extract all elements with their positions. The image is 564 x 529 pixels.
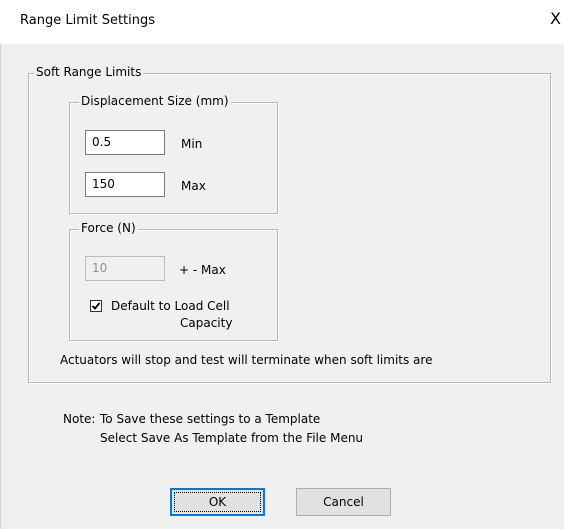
note-line1: To Save these settings to a Template bbox=[100, 412, 321, 426]
force-max-input[interactable]: 10 bbox=[85, 256, 165, 281]
close-icon[interactable]: X bbox=[550, 10, 564, 28]
soft-limits-info-text: Actuators will stop and test will termin… bbox=[60, 353, 433, 367]
displacement-legend: Displacement Size (mm) bbox=[79, 94, 231, 108]
note-line2: Select Save As Template from the File Me… bbox=[100, 431, 364, 445]
min-label: Min bbox=[181, 137, 203, 151]
default-load-cell-label-line1: Default to Load Cell bbox=[111, 299, 230, 313]
default-load-cell-checkbox[interactable] bbox=[90, 300, 102, 312]
dialog-title: Range Limit Settings bbox=[20, 13, 156, 28]
range-limit-settings-dialog: Range Limit Settings X Soft Range Limits… bbox=[0, 0, 564, 529]
ok-button[interactable]: OK bbox=[170, 488, 265, 516]
displacement-max-input[interactable]: 150 bbox=[85, 172, 165, 197]
soft-range-limits-legend: Soft Range Limits bbox=[34, 65, 144, 79]
force-max-label: + - Max bbox=[179, 263, 226, 277]
default-load-cell-label-line2: Capacity bbox=[180, 316, 233, 330]
force-legend: Force (N) bbox=[79, 221, 138, 235]
dialog-left-edge bbox=[0, 0, 1, 529]
note-prefix: Note: bbox=[63, 412, 96, 426]
max-label: Max bbox=[181, 179, 206, 193]
cancel-button[interactable]: Cancel bbox=[296, 488, 391, 516]
checkmark-icon bbox=[91, 302, 101, 310]
displacement-min-input[interactable]: 0.5 bbox=[85, 130, 165, 155]
title-bar: Range Limit Settings X bbox=[0, 0, 564, 44]
force-group bbox=[69, 229, 278, 341]
displacement-group bbox=[69, 102, 278, 214]
